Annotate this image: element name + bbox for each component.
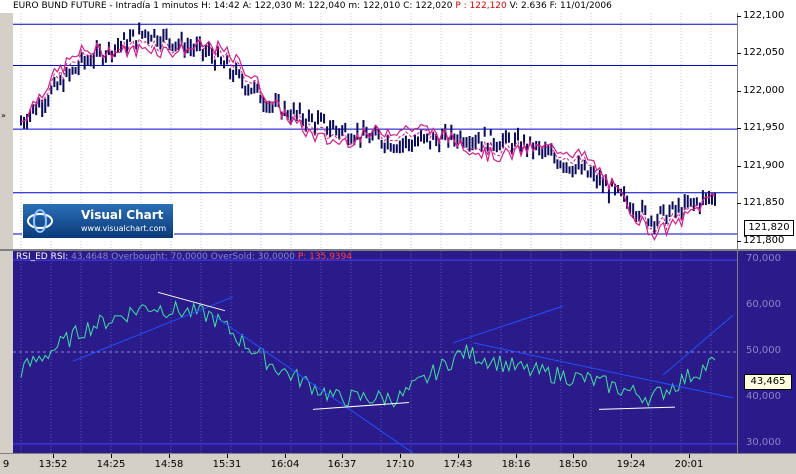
- price-value: P : 122,120: [455, 1, 507, 11]
- time-tick-label: 16:04: [270, 459, 300, 470]
- close-value: C: 122,020: [403, 1, 453, 11]
- rsi-trend-line: [212, 314, 414, 453]
- logo-swoosh-icon: [27, 209, 53, 233]
- time-tick-label: 19:24: [616, 459, 646, 470]
- price-axis[interactable]: 122,100 122,050 122,000 121,950 121,900 121,8…: [736, 9, 796, 249]
- time-tick-label: 17:10: [385, 459, 415, 470]
- logo-url: www.visualchart.com: [81, 224, 167, 233]
- rsi-tick-label: 40,000: [746, 390, 781, 402]
- indicator-value: 43,4648: [71, 252, 109, 262]
- rsi-chart[interactable]: [13, 251, 737, 453]
- rsi-trend-line: [452, 305, 564, 344]
- time-tick-mark: [227, 454, 228, 458]
- rsi-trend-line: [662, 314, 734, 376]
- indicator-axis[interactable]: 70,000 60,000 50,000 40,000 30,000: [737, 251, 796, 453]
- time-tick-label: 9: [2, 459, 10, 470]
- time-tick-mark: [169, 454, 170, 458]
- price-tick-label: 122,000: [736, 84, 785, 96]
- time-tick-label: 18:50: [558, 459, 588, 470]
- time-tick-label: 20:01: [674, 459, 704, 470]
- rsi-line: [20, 299, 716, 408]
- instrument-title: EURO BUND FUTURE - Intradía 1 minutos: [13, 1, 199, 11]
- rsi-trend-line: [472, 342, 734, 399]
- last-price-label: 121,820: [744, 220, 794, 236]
- rsi-tick-label: 30,000: [746, 436, 781, 448]
- scroll-left-icon[interactable]: »: [1, 111, 6, 120]
- rsi-tick-label: 60,000: [746, 299, 781, 311]
- max-value: M: 122,040: [294, 1, 346, 11]
- price-tick-label: 121,900: [736, 159, 785, 171]
- time-tick-mark: [689, 454, 690, 458]
- time-tick-mark: [400, 454, 401, 458]
- price-tick-label: 121,950: [736, 122, 785, 134]
- left-scroll-gutter[interactable]: »: [0, 13, 14, 453]
- ask-value: A: 122,030: [242, 1, 292, 11]
- time-tick-mark: [631, 454, 632, 458]
- time-tick-label: 18:16: [501, 459, 531, 470]
- price-tick-label: 121,850: [736, 197, 785, 209]
- price-tick-label: 122,100: [736, 9, 785, 21]
- indicator-p-value: P: 135,9394: [297, 252, 353, 262]
- price-tick-label: 122,050: [736, 47, 785, 59]
- time-axis[interactable]: 9 13:52 14:25 14:58 15:31 16:04 16:37 17:10 17:4…: [0, 453, 796, 474]
- high-time: H: 14:42: [201, 1, 240, 11]
- rsi-tick-label: 50,000: [746, 345, 781, 356]
- overbought-label: Overbought: 70,0000: [111, 252, 208, 262]
- rsi-divergence-line: [598, 406, 676, 410]
- logo-brand: Visual Chart: [81, 208, 164, 222]
- chart-application: EURO BUND FUTURE - Intradía 1 minutos H:…: [0, 0, 796, 474]
- indicator-header: RSI_ED RSI: 43,4648 Overbought: 70,0000 …: [16, 251, 352, 264]
- time-tick-label: 14:58: [154, 459, 184, 470]
- time-tick-mark: [458, 454, 459, 458]
- time-tick-mark: [111, 454, 112, 458]
- time-tick-mark: [342, 454, 343, 458]
- rsi-divergence-line: [157, 291, 226, 312]
- time-tick-label: 16:37: [327, 459, 357, 470]
- volume-value: V: 2.636: [509, 1, 547, 11]
- time-tick-mark: [285, 454, 286, 458]
- indicator-label: RSI_ED RSI:: [16, 252, 69, 262]
- visual-chart-logo: Visual Chart www.visualchart.com: [22, 203, 174, 239]
- time-tick-mark: [53, 454, 54, 458]
- oversold-label: OverSold: 30,0000: [210, 252, 295, 262]
- time-tick-label: 15:31: [212, 459, 242, 470]
- time-tick-label: 17:43: [443, 459, 473, 470]
- min-value: m: 122,010: [348, 1, 401, 11]
- time-tick-label: 13:52: [38, 459, 68, 470]
- symbol-info-bar: EURO BUND FUTURE - Intradía 1 minutos H:…: [13, 0, 753, 13]
- rsi-tick-label: 70,000: [746, 253, 781, 265]
- rsi-last-value: 43,465: [744, 374, 792, 390]
- time-tick-mark: [573, 454, 574, 458]
- price-tick-label: 121,800: [736, 234, 785, 246]
- time-tick-mark: [516, 454, 517, 458]
- rsi-indicator-pane[interactable]: [13, 251, 737, 453]
- date-value: F: 11/01/2006: [549, 1, 612, 11]
- time-tick-label: 14:25: [96, 459, 126, 470]
